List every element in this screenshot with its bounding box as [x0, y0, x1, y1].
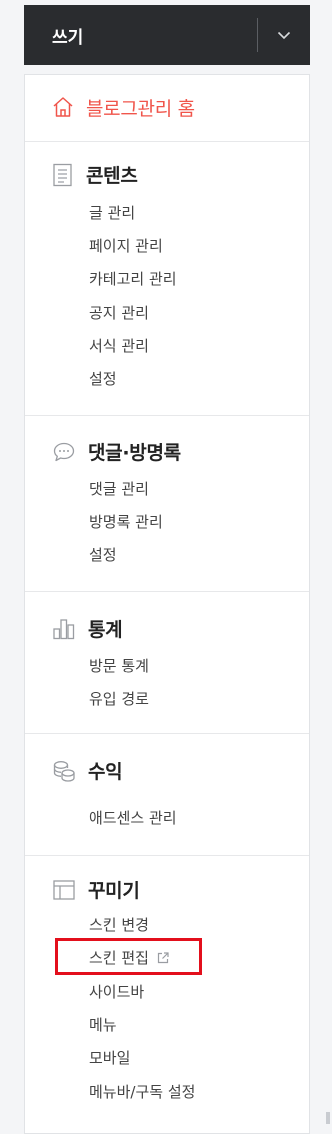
sidebar-home-label: 블로그관리 홈 [86, 97, 195, 120]
menu-item-comment-manage[interactable]: 댓글 관리 [89, 479, 149, 499]
write-bar: 쓰기 [24, 5, 310, 65]
section-divider [25, 415, 309, 416]
menu-item-visit-stats[interactable]: 방문 통계 [89, 656, 149, 676]
menu-item-post-manage[interactable]: 글 관리 [89, 203, 135, 223]
menu-item-category-manage[interactable]: 카테고리 관리 [89, 269, 177, 289]
menu-item-skin-change[interactable]: 스킨 변경 [89, 915, 149, 935]
menu-item-sidebar[interactable]: 사이드바 [89, 982, 144, 1002]
admin-sidebar: 블로그관리 홈 콘텐츠 글 관리 페이지 관리 카테고리 관리 공지 관리 서식… [24, 74, 310, 1134]
menu-item-adsense-manage[interactable]: 애드센스 관리 [89, 808, 177, 828]
home-icon [53, 97, 73, 117]
write-button-label: 쓰기 [52, 27, 84, 48]
menu-item-page-manage[interactable]: 페이지 관리 [89, 236, 163, 256]
section-comments-title: 댓글·방명록 [88, 442, 181, 464]
section-revenue-title: 수익 [88, 761, 123, 783]
bar-chart-icon [53, 618, 75, 639]
menu-item-menubar-subscribe-settings[interactable]: 메뉴바/구독 설정 [89, 1082, 195, 1102]
menu-item-inflow-path[interactable]: 유입 경로 [89, 689, 149, 709]
coins-icon [53, 760, 75, 782]
write-button[interactable]: 쓰기 [24, 5, 257, 65]
scrollbar-thumb[interactable] [326, 1112, 330, 1124]
section-revenue-header[interactable]: 수익 [52, 757, 123, 784]
section-decorate-title: 꾸미기 [88, 880, 140, 902]
chevron-down-icon [277, 31, 291, 39]
section-divider [25, 733, 309, 734]
section-decorate-header[interactable]: 꾸미기 [52, 876, 140, 903]
write-dropdown-button[interactable] [258, 5, 310, 65]
section-contents-header[interactable]: 콘텐츠 [52, 161, 138, 188]
section-comments-header[interactable]: 댓글·방명록 [52, 438, 181, 465]
section-divider [25, 591, 309, 592]
section-divider [25, 141, 309, 142]
section-divider [25, 855, 309, 856]
section-contents-title: 콘텐츠 [86, 165, 138, 187]
section-stats-title: 통계 [88, 619, 123, 641]
menu-item-template-manage[interactable]: 서식 관리 [89, 336, 149, 356]
layout-icon [53, 879, 75, 900]
menu-item-comments-settings[interactable]: 설정 [89, 545, 117, 565]
menu-item-mobile[interactable]: 모바일 [89, 1048, 130, 1068]
menu-item-notice-manage[interactable]: 공지 관리 [89, 303, 149, 323]
speech-bubble-icon [53, 442, 75, 461]
menu-item-contents-settings[interactable]: 설정 [89, 369, 117, 389]
document-icon [53, 163, 72, 186]
section-stats-header[interactable]: 통계 [52, 615, 123, 642]
highlight-box [55, 938, 202, 975]
sidebar-home-link[interactable]: 블로그관리 홈 [25, 75, 309, 139]
menu-item-guestbook-manage[interactable]: 방명록 관리 [89, 512, 163, 532]
menu-item-menu[interactable]: 메뉴 [89, 1015, 117, 1035]
